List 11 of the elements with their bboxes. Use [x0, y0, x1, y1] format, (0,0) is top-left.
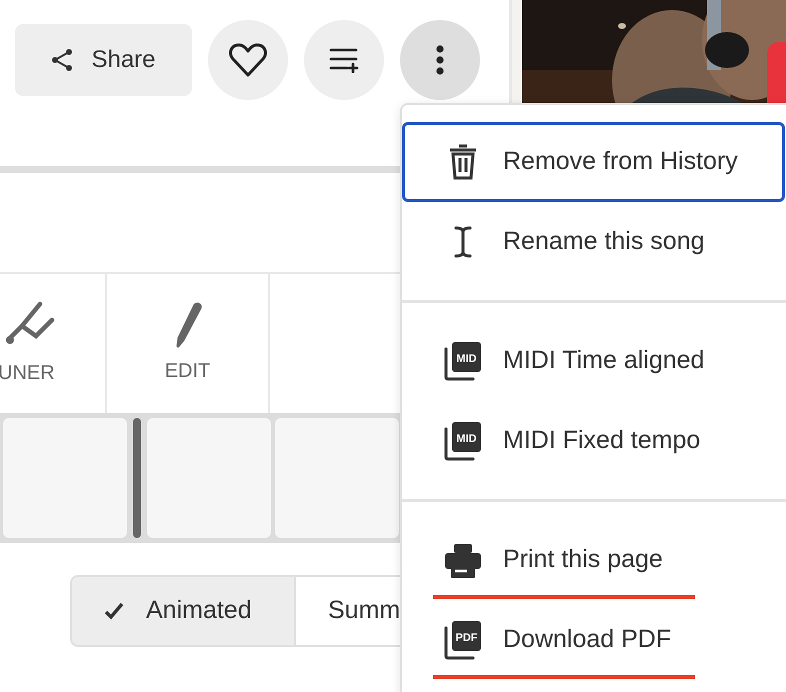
view-mode-tab[interactable]: Animated — [70, 575, 296, 647]
heart-icon — [228, 42, 268, 78]
tile[interactable] — [275, 418, 399, 538]
menu-item[interactable]: Remove from History — [402, 122, 785, 202]
share-button[interactable]: Share — [15, 24, 192, 96]
more-icon — [436, 45, 444, 75]
tile[interactable] — [3, 418, 127, 538]
check-icon — [104, 602, 124, 620]
tile[interactable] — [147, 418, 271, 538]
playlist-add-icon — [329, 47, 359, 73]
share-icon — [51, 48, 74, 72]
